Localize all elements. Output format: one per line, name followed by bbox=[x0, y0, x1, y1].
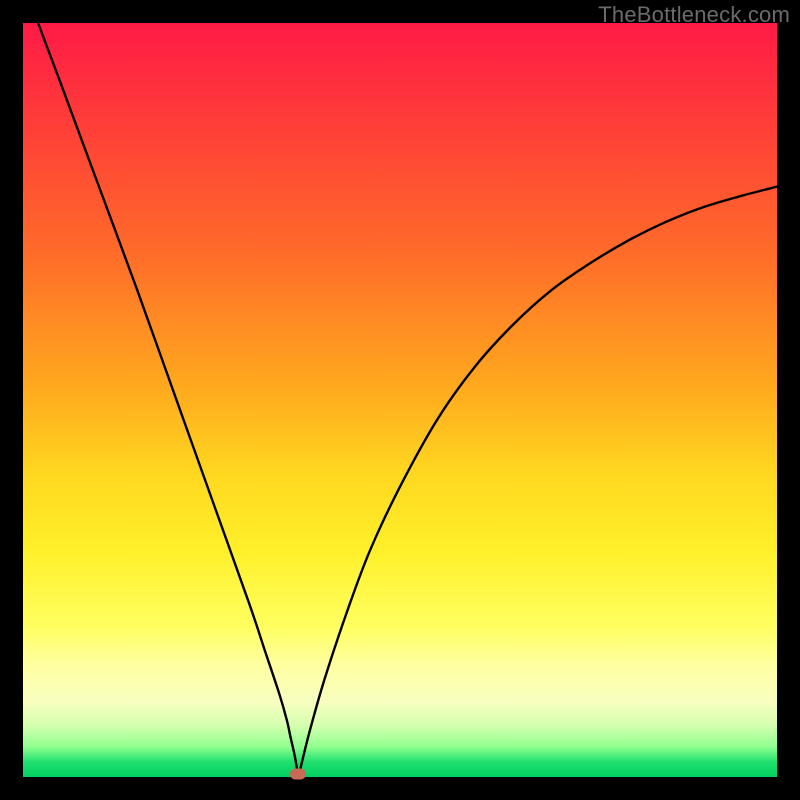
chart-curve bbox=[23, 23, 777, 777]
bottleneck-curve-path bbox=[38, 23, 777, 777]
watermark-text: TheBottleneck.com bbox=[598, 2, 790, 28]
chart-plot-area bbox=[23, 23, 777, 777]
optimum-marker bbox=[290, 769, 306, 780]
chart-frame: TheBottleneck.com bbox=[0, 0, 800, 800]
